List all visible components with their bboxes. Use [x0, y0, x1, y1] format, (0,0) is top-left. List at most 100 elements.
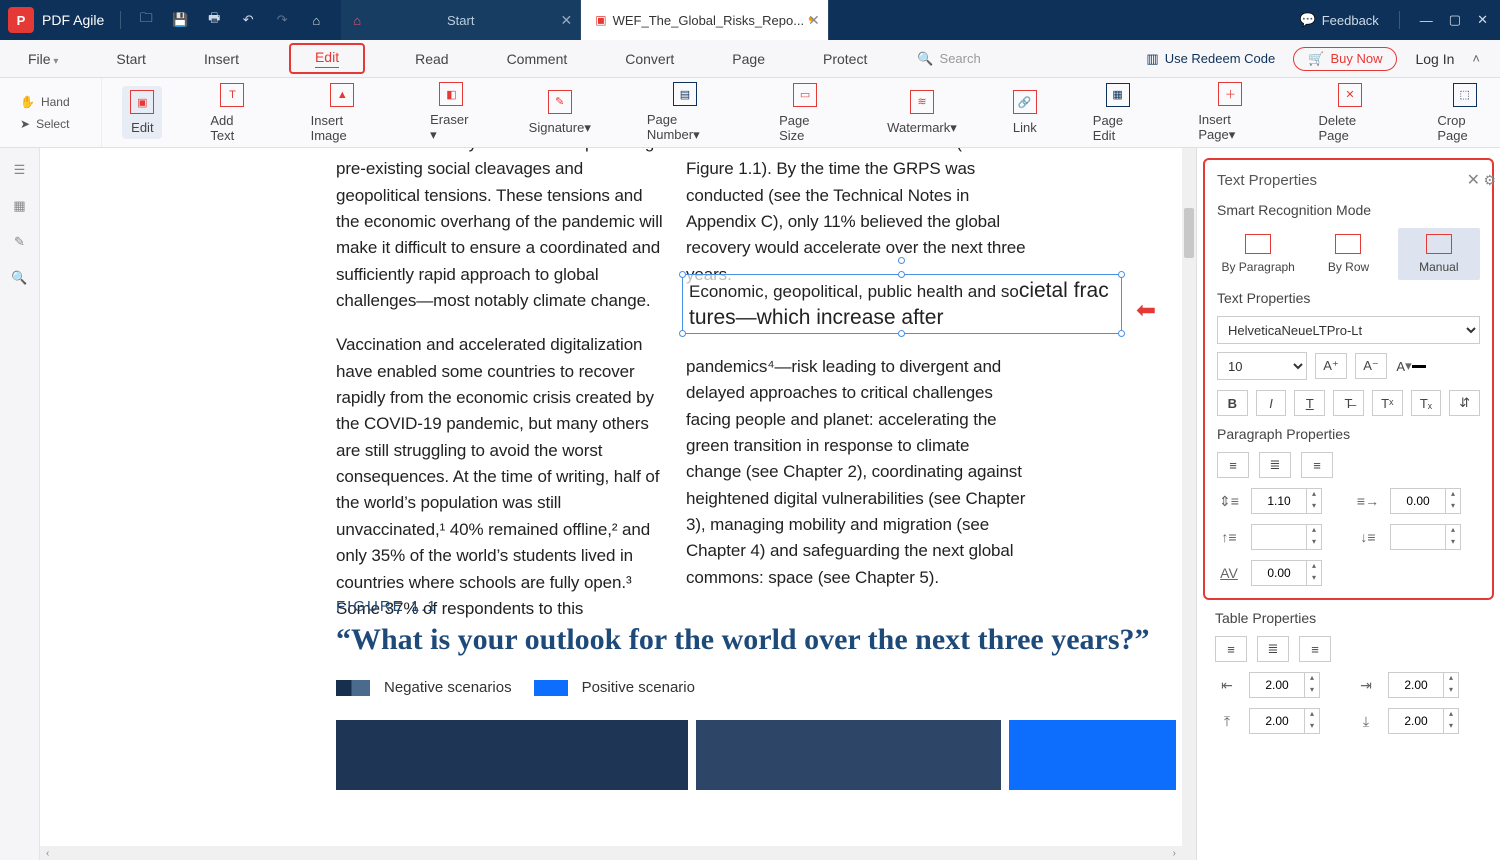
menu-edit[interactable]: Edit [289, 43, 365, 75]
maximize-icon[interactable]: ▢ [1449, 12, 1461, 28]
menu-protect[interactable]: Protect [815, 45, 875, 73]
increase-size-button[interactable]: A⁺ [1315, 353, 1347, 379]
menu-read[interactable]: Read [407, 45, 456, 73]
document-canvas[interactable]: economic recovery that risks compounding… [40, 148, 1196, 860]
close-icon[interactable]: ✕ [561, 12, 573, 29]
tool-watermark[interactable]: ≋Watermark▾ [879, 86, 965, 140]
menu-convert[interactable]: Convert [617, 45, 682, 73]
font-color-button[interactable]: A▾ [1395, 353, 1427, 379]
align-left-button[interactable]: ≡ [1217, 452, 1249, 478]
text-edit-box[interactable]: Economic, geopolitical, public health an… [682, 274, 1122, 334]
tool-delete-page[interactable]: ✕Delete Page [1310, 79, 1389, 147]
legend-swatch-positive [534, 680, 568, 696]
spin-down-icon[interactable]: ▾ [1307, 501, 1321, 513]
tool-page-number[interactable]: ▤Page Number▾ [639, 78, 731, 147]
tab-start[interactable]: ⌂ Start ✕ [341, 0, 581, 40]
cell-pad-right-input[interactable]: ▴▾ [1388, 672, 1459, 698]
resize-handle[interactable] [1118, 330, 1125, 337]
tab-document[interactable]: ▣ WEF_The_Global_Risks_Repo... • ✕ [581, 0, 828, 40]
tool-page-size[interactable]: ▭Page Size [771, 79, 839, 147]
horizontal-scrollbar[interactable]: ‹ › [40, 846, 1182, 860]
bold-button[interactable]: B [1217, 390, 1248, 416]
hand-tool[interactable]: ✋Hand [20, 95, 91, 109]
resize-handle[interactable] [1118, 271, 1125, 278]
close-icon[interactable]: ✕ [1467, 170, 1480, 190]
resize-handle[interactable] [898, 330, 905, 337]
menu-page[interactable]: Page [724, 45, 773, 73]
line-spacing-input[interactable]: ▴▾ [1251, 488, 1322, 514]
panel-title: Text Properties [1217, 172, 1317, 189]
cell-pad-bottom-icon: ⤓ [1354, 711, 1378, 731]
indent-right-input[interactable]: ▴▾ [1390, 488, 1461, 514]
save-icon[interactable]: 💾 [171, 12, 189, 28]
menu-insert[interactable]: Insert [196, 45, 247, 73]
tool-page-edit[interactable]: ▦Page Edit [1085, 79, 1151, 147]
spin-up-icon[interactable]: ▴ [1307, 489, 1321, 501]
scroll-right-icon[interactable]: › [1169, 848, 1180, 859]
thumbnails-icon[interactable]: ▦ [13, 198, 25, 214]
resize-handle[interactable] [898, 271, 905, 278]
resize-handle[interactable] [679, 271, 686, 278]
font-size-select[interactable]: 10 [1217, 352, 1307, 380]
rotate-handle[interactable] [898, 257, 905, 264]
align-center-button[interactable]: ≣ [1259, 452, 1291, 478]
char-spacing-input[interactable]: ▴▾ [1251, 560, 1322, 586]
scroll-left-icon[interactable]: ‹ [42, 848, 53, 859]
menu-comment[interactable]: Comment [499, 45, 576, 73]
tool-edit[interactable]: ▣Edit [122, 86, 162, 139]
outline-icon[interactable]: ☰ [14, 162, 26, 178]
cell-pad-top-icon: ⤒ [1215, 711, 1239, 731]
redeem-button[interactable]: ▥Use Redeem Code [1146, 51, 1275, 67]
sliders-icon[interactable]: ⚙ [1483, 172, 1496, 189]
tool-insert-page[interactable]: ＋Insert Page▾ [1190, 78, 1270, 147]
redo-icon[interactable]: ↷ [273, 12, 291, 28]
subscript-button[interactable]: Tₓ [1411, 390, 1442, 416]
table-align-left[interactable]: ≡ [1215, 636, 1247, 662]
table-align-right[interactable]: ≡ [1299, 636, 1331, 662]
scrollbar-thumb[interactable] [1184, 208, 1194, 258]
print-icon[interactable]: 🖶 [205, 9, 223, 31]
decrease-size-button[interactable]: A⁻ [1355, 353, 1387, 379]
tool-signature[interactable]: ✎Signature▾ [521, 86, 599, 140]
select-tool[interactable]: ➤Select [20, 117, 91, 131]
menu-start[interactable]: Start [108, 45, 154, 73]
feedback-button[interactable]: 💬 Feedback [1300, 12, 1379, 28]
italic-button[interactable]: I [1256, 390, 1287, 416]
tool-add-text[interactable]: TAdd Text [202, 79, 262, 147]
tool-insert-image[interactable]: ▲Insert Image [303, 79, 383, 147]
mode-by-row[interactable]: By Row [1307, 228, 1389, 280]
table-align-center[interactable]: ≣ [1257, 636, 1289, 662]
cell-pad-top-input[interactable]: ▴▾ [1249, 708, 1320, 734]
close-icon[interactable]: ✕ [1477, 12, 1488, 28]
undo-icon[interactable]: ↶ [239, 12, 257, 28]
home-icon[interactable]: ⌂ [307, 13, 325, 28]
underline-button[interactable]: T [1294, 390, 1325, 416]
resize-handle[interactable] [679, 330, 686, 337]
login-button[interactable]: Log In [1415, 51, 1454, 67]
tool-link[interactable]: 🔗Link [1005, 86, 1045, 139]
annotations-icon[interactable]: ✎ [14, 234, 25, 250]
minimize-icon[interactable]: — [1420, 13, 1433, 28]
superscript-button[interactable]: Tˣ [1372, 390, 1403, 416]
cell-pad-bottom-input[interactable]: ▴▾ [1388, 708, 1459, 734]
strike-button[interactable]: T̶ [1333, 390, 1364, 416]
cell-pad-left-input[interactable]: ▴▾ [1249, 672, 1320, 698]
close-icon[interactable]: ✕ [808, 12, 820, 29]
tool-crop-page[interactable]: ⬚Crop Page [1429, 79, 1500, 147]
align-right-button[interactable]: ≡ [1301, 452, 1333, 478]
collapse-icon[interactable]: ˄ [1472, 51, 1480, 66]
space-before-input[interactable]: ▴▾ [1251, 524, 1322, 550]
mode-by-paragraph[interactable]: By Paragraph [1217, 228, 1299, 280]
search-icon[interactable]: 🔍 [11, 270, 27, 286]
vertical-scrollbar[interactable] [1182, 148, 1196, 860]
tool-eraser[interactable]: ◧Eraser ▾ [422, 78, 481, 147]
bar-segment [336, 720, 688, 790]
folder-icon[interactable]: 🗀 [137, 9, 155, 31]
font-select[interactable]: HelveticaNeueLTPro-Lt [1217, 316, 1480, 344]
buy-now-button[interactable]: 🛒Buy Now [1293, 47, 1397, 71]
case-button[interactable]: ⇵ [1449, 390, 1480, 416]
search-input[interactable]: 🔍 Search [917, 51, 980, 67]
mode-manual[interactable]: Manual [1398, 228, 1480, 280]
menu-file[interactable]: File [20, 45, 66, 73]
space-after-input[interactable]: ▴▾ [1390, 524, 1461, 550]
